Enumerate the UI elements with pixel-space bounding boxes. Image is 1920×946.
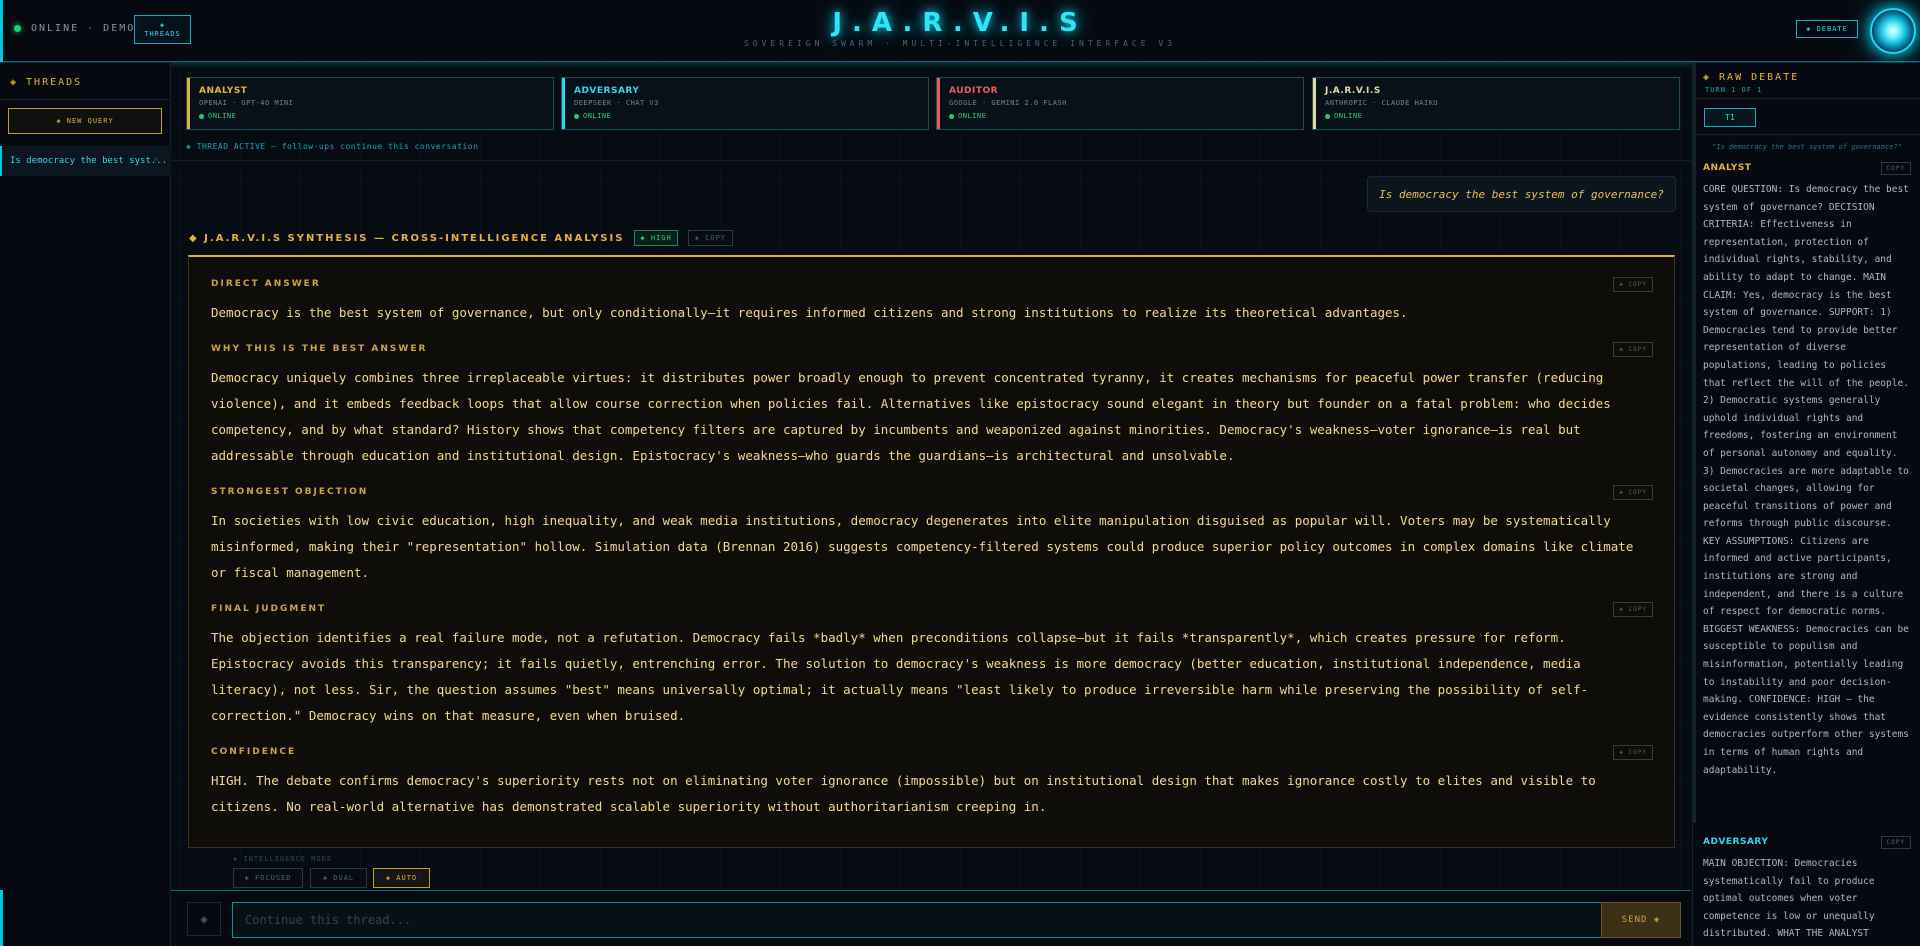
copy-section-button[interactable]: ◈ COPY <box>1613 277 1653 292</box>
agent-status-label: ONLINE <box>583 112 612 120</box>
mode-dual-button[interactable]: ◈ DUAL <box>310 868 367 888</box>
thread-item-label: Is democracy the best syst... <box>10 156 168 166</box>
section-label: STRONGEST OBJECTION <box>211 487 369 497</box>
section-text: Democracy uniquely combines three irrepl… <box>211 370 1611 463</box>
synthesis-header: ◆ J.A.R.V.I.S SYNTHESIS — CROSS-INTELLIG… <box>189 230 734 246</box>
sidebar-divider <box>0 99 171 100</box>
debate-entry-text: CORE QUESTION: Is democracy the best sys… <box>1703 184 1909 776</box>
debate-entry-text: MAIN OBJECTION: Democracies systematical… <box>1703 858 1909 946</box>
panel-divider <box>1693 134 1920 135</box>
debate-toggle-button[interactable]: ◈ DEBATE <box>1796 20 1858 38</box>
app-subtitle: SOVEREIGN SWARM · MULTI-INTELLIGENCE INT… <box>743 39 1176 48</box>
online-dot-icon <box>574 113 579 119</box>
agent-model: OPENAI · GPT-4O MINI <box>199 99 294 107</box>
intelligence-mode-label: ◈ INTELLIGENCE MODE <box>233 855 333 863</box>
copy-section-button[interactable]: ◈ COPY <box>1613 485 1653 500</box>
send-button[interactable]: SEND ◈ <box>1601 902 1681 938</box>
confidence-badge: ◆ HIGH <box>634 230 678 246</box>
copy-synthesis-button[interactable]: ◈ COPY <box>687 230 734 246</box>
sidebar-thread-item[interactable]: Is democracy the best syst... × <box>0 146 171 176</box>
copy-entry-button[interactable]: COPY <box>1880 162 1911 175</box>
section-strongest-objection: STRONGEST OBJECTION ◈ COPY In societies … <box>211 485 1653 586</box>
debate-question: "Is democracy the best system of governa… <box>1712 143 1902 151</box>
top-header: ONLINE · DEMO ◈ THREADS J.A.R.V.I.S SOVE… <box>0 0 1920 62</box>
input-bar: ◈ SEND ◈ <box>171 890 1691 946</box>
section-text: The objection identifies a real failure … <box>211 630 1589 723</box>
raw-debate-panel: ◈ RAW DEBATE TURN 1 OF 1 T1 "Is democrac… <box>1692 63 1920 946</box>
copy-section-button[interactable]: ◈ COPY <box>1613 602 1653 617</box>
online-dot-icon <box>199 113 204 119</box>
turn-indicator: TURN 1 OF 1 <box>1705 86 1763 94</box>
sidebar-title: ◈ THREADS <box>10 77 83 88</box>
agent-model: ANTHROPIC · CLAUDE HAIKU <box>1325 99 1439 107</box>
debate-entry-adversary: ADVERSARY COPY MAIN OBJECTION: Democraci… <box>1703 836 1911 946</box>
section-confidence: CONFIDENCE ◈ COPY HIGH. The debate confi… <box>211 745 1653 820</box>
tab-turn-1[interactable]: T1 <box>1704 108 1756 127</box>
agent-model: DEEPSEEK · CHAT V3 <box>574 99 659 107</box>
mode-focused-button[interactable]: ◈ FOCUSED <box>233 868 303 888</box>
agent-status: ONLINE <box>1325 112 1362 120</box>
section-label: CONFIDENCE <box>211 747 297 757</box>
panel-scrollbar[interactable] <box>1693 63 1696 823</box>
section-label: FINAL JUDGMENT <box>211 604 327 614</box>
agent-name: ADVERSARY <box>574 86 640 96</box>
agent-status: ONLINE <box>199 112 236 120</box>
agent-accent-bar <box>187 78 190 129</box>
section-why-best: WHY THIS IS THE BEST ANSWER ◈ COPY Democ… <box>211 342 1653 469</box>
section-final-judgment: FINAL JUDGMENT ◈ COPY The objection iden… <box>211 602 1653 729</box>
synthesis-panel: DIRECT ANSWER ◈ COPY Democracy is the be… <box>188 255 1675 848</box>
section-label: WHY THIS IS THE BEST ANSWER <box>211 344 428 354</box>
mode-auto-button[interactable]: ◈ AUTO <box>373 868 430 888</box>
agent-name: J.A.R.V.I.S <box>1325 86 1381 96</box>
agent-status-label: ONLINE <box>208 112 237 120</box>
copy-entry-button[interactable]: COPY <box>1880 836 1911 849</box>
section-text: In societies with low civic education, h… <box>211 513 1634 580</box>
copy-section-button[interactable]: ◈ COPY <box>1613 745 1653 760</box>
agent-accent-bar <box>937 78 940 129</box>
section-text: HIGH. The debate confirms democracy's su… <box>211 773 1596 814</box>
new-query-button[interactable]: ◈ NEW QUERY <box>8 108 162 134</box>
agent-card-adversary[interactable]: ADVERSARY DEEPSEEK · CHAT V3 ONLINE <box>561 77 929 130</box>
user-query-bubble: Is democracy the best system of governan… <box>1367 176 1676 212</box>
agent-status-label: ONLINE <box>1334 112 1363 120</box>
attach-icon[interactable]: ◈ <box>187 902 221 936</box>
agent-accent-bar <box>562 78 565 129</box>
thread-close-icon[interactable]: × <box>154 155 159 165</box>
app-title: J.A.R.V.I.S <box>832 8 1088 38</box>
agent-status: ONLINE <box>574 112 611 120</box>
arc-reactor-orb-icon[interactable] <box>1870 8 1916 54</box>
agent-model: GOOGLE · GEMINI 2.0 FLASH <box>949 99 1067 107</box>
agent-name: AUDITOR <box>949 86 999 96</box>
sidebar-accent <box>0 890 3 946</box>
copy-section-button[interactable]: ◈ COPY <box>1613 342 1653 357</box>
thread-active-notice: ◈ THREAD ACTIVE — follow-ups continue th… <box>186 142 479 151</box>
agent-status-label: ONLINE <box>958 112 987 120</box>
thread-input[interactable] <box>232 902 1602 938</box>
agent-name: ANALYST <box>199 86 248 96</box>
section-direct-answer: DIRECT ANSWER ◈ COPY Democracy is the be… <box>211 277 1653 326</box>
threads-sidebar: ◈ THREADS ◈ NEW QUERY Is democracy the b… <box>0 63 171 946</box>
online-dot-icon <box>949 113 954 119</box>
online-dot-icon <box>1325 113 1330 119</box>
agent-card-jarvis[interactable]: J.A.R.V.I.S ANTHROPIC · CLAUDE HAIKU ONL… <box>1312 77 1680 130</box>
debate-entry-analyst: ANALYST COPY CORE QUESTION: Is democracy… <box>1703 162 1911 779</box>
agent-card-auditor[interactable]: AUDITOR GOOGLE · GEMINI 2.0 FLASH ONLINE <box>936 77 1304 130</box>
panel-divider <box>1693 98 1920 99</box>
agent-status: ONLINE <box>949 112 986 120</box>
agent-accent-bar <box>1313 78 1316 129</box>
synthesis-title: ◆ J.A.R.V.I.S SYNTHESIS — CROSS-INTELLIG… <box>189 232 625 244</box>
agent-card-analyst[interactable]: ANALYST OPENAI · GPT-4O MINI ONLINE <box>186 77 554 130</box>
agent-cards: ANALYST OPENAI · GPT-4O MINI ONLINE ADVE… <box>186 77 1680 130</box>
section-label: DIRECT ANSWER <box>211 279 321 289</box>
main-divider <box>171 160 1691 161</box>
raw-debate-title: ◈ RAW DEBATE <box>1703 72 1800 83</box>
section-text: Democracy is the best system of governan… <box>211 305 1408 320</box>
